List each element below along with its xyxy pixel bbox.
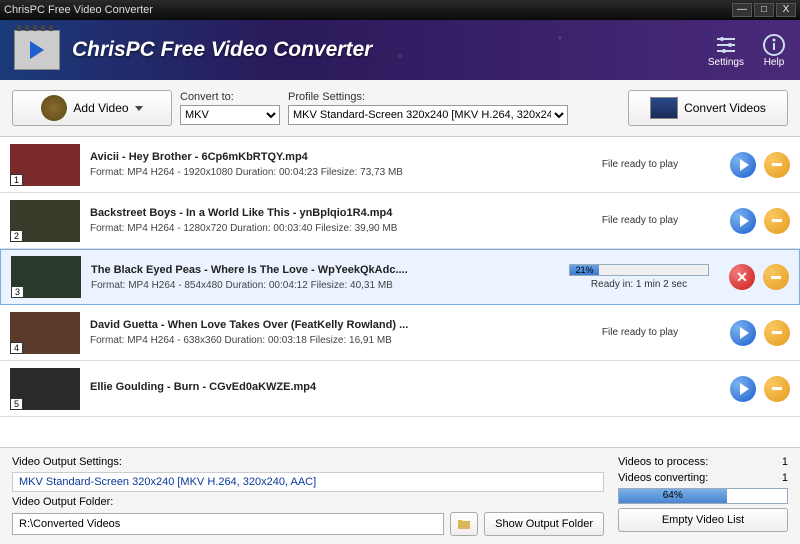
row-number: 4 [10, 342, 23, 354]
row-number: 3 [11, 286, 24, 298]
row-actions [730, 152, 790, 178]
help-button[interactable]: Help [762, 33, 786, 68]
status-text: File ready to play [560, 215, 720, 226]
row-actions: ✕ [729, 264, 789, 290]
profile-select[interactable]: MKV Standard-Screen 320x240 [MKV H.264, … [288, 105, 568, 125]
profile-label: Profile Settings: [288, 91, 620, 103]
video-info: Avicii - Hey Brother - 6Cp6mKbRTQY.mp4 Fo… [90, 151, 550, 178]
browse-folder-button[interactable] [450, 512, 478, 536]
settings-label: Settings [708, 57, 744, 68]
thumbnail: 2 [10, 200, 80, 242]
video-title: David Guetta - When Love Takes Over (Fea… [90, 319, 550, 331]
row-actions [730, 376, 790, 402]
list-row[interactable]: 2 Backstreet Boys - In a World Like This … [0, 193, 800, 249]
remove-button[interactable] [764, 208, 790, 234]
video-title: Avicii - Hey Brother - 6Cp6mKbRTQY.mp4 [90, 151, 550, 163]
row-number: 1 [10, 174, 23, 186]
row-actions [730, 208, 790, 234]
list-row[interactable]: 4 David Guetta - When Love Takes Over (Fe… [0, 305, 800, 361]
bottom-panel: Video Output Settings: MKV Standard-Scre… [0, 447, 800, 544]
minimize-button[interactable]: — [732, 3, 752, 17]
show-output-folder-button[interactable]: Show Output Folder [484, 512, 604, 536]
thumbnail: 3 [11, 256, 81, 298]
video-info: Ellie Goulding - Burn - CGvEd0aKWZE.mp4 [90, 381, 550, 397]
thumbnail: 4 [10, 312, 80, 354]
video-title: Ellie Goulding - Burn - CGvEd0aKWZE.mp4 [90, 381, 550, 393]
overall-progress-fill: 64% [619, 489, 727, 503]
close-button[interactable]: X [776, 3, 796, 17]
play-button[interactable] [730, 376, 756, 402]
status-column: 21%Ready in: 1 min 2 sec [559, 264, 719, 290]
video-title: Backstreet Boys - In a World Like This -… [90, 207, 550, 219]
video-title: The Black Eyed Peas - Where Is The Love … [91, 264, 549, 276]
list-row[interactable]: 3 The Black Eyed Peas - Where Is The Love… [0, 249, 800, 305]
output-settings-value: MKV Standard-Screen 320x240 [MKV H.264, … [12, 472, 604, 492]
video-meta: Format: MP4 H264 - 1920x1080 Duration: 0… [90, 167, 550, 178]
video-meta: Format: MP4 H264 - 638x360 Duration: 00:… [90, 335, 550, 346]
settings-button[interactable]: Settings [708, 33, 744, 68]
toolbar: Add Video Convert to: MKV Profile Settin… [0, 80, 800, 137]
overall-progress: 64% [618, 488, 788, 504]
status-column: File ready to play [560, 327, 720, 338]
chevron-down-icon [135, 106, 143, 111]
row-number: 2 [10, 230, 23, 242]
videos-converting-value: 1 [782, 472, 788, 484]
video-info: The Black Eyed Peas - Where Is The Love … [91, 264, 549, 291]
remove-button[interactable] [763, 264, 789, 290]
convert-to-select[interactable]: MKV [180, 105, 280, 125]
video-meta: Format: MP4 H264 - 1280x720 Duration: 00… [90, 223, 550, 234]
status-text: File ready to play [560, 327, 720, 338]
row-number: 5 [10, 398, 23, 410]
app-title: ChrisPC Free Video Converter [72, 38, 372, 62]
convert-to-label: Convert to: [180, 91, 280, 103]
info-icon [762, 33, 786, 57]
empty-video-list-button[interactable]: Empty Video List [618, 508, 788, 532]
output-settings-label: Video Output Settings: [12, 456, 604, 468]
header: ChrisPC Free Video Converter Settings He… [0, 20, 800, 80]
thumbnail: 5 [10, 368, 80, 410]
convert-videos-label: Convert Videos [684, 101, 766, 115]
play-button[interactable] [730, 152, 756, 178]
videos-to-process-label: Videos to process: [618, 456, 708, 468]
sliders-icon [714, 33, 738, 57]
output-folder-input[interactable] [12, 513, 444, 535]
list-row[interactable]: 1 Avicii - Hey Brother - 6Cp6mKbRTQY.mp4 F… [0, 137, 800, 193]
status-text: Ready in: 1 min 2 sec [559, 279, 719, 290]
status-column: File ready to play [560, 159, 720, 170]
video-list[interactable]: 1 Avicii - Hey Brother - 6Cp6mKbRTQY.mp4 F… [0, 137, 800, 447]
clapper-icon [650, 97, 678, 119]
cancel-button[interactable]: ✕ [729, 264, 755, 290]
folder-icon [457, 518, 471, 530]
video-info: David Guetta - When Love Takes Over (Fea… [90, 319, 550, 346]
logo-icon [14, 30, 60, 70]
list-row[interactable]: 5 Ellie Goulding - Burn - CGvEd0aKWZE.mp4 [0, 361, 800, 417]
videos-to-process-value: 1 [782, 456, 788, 468]
remove-button[interactable] [764, 152, 790, 178]
add-video-label: Add Video [73, 101, 128, 115]
maximize-button[interactable]: □ [754, 3, 774, 17]
window-title: ChrisPC Free Video Converter [4, 4, 732, 16]
status-text: File ready to play [560, 159, 720, 170]
row-actions [730, 320, 790, 346]
videos-converting-label: Videos converting: [618, 472, 708, 484]
help-label: Help [764, 57, 785, 68]
play-button[interactable] [730, 208, 756, 234]
thumbnail: 1 [10, 144, 80, 186]
output-folder-label: Video Output Folder: [12, 496, 604, 508]
titlebar: ChrisPC Free Video Converter — □ X [0, 0, 800, 20]
remove-button[interactable] [764, 320, 790, 346]
add-video-button[interactable]: Add Video [12, 90, 172, 126]
status-column: File ready to play [560, 215, 720, 226]
remove-button[interactable] [764, 376, 790, 402]
film-reel-icon [41, 95, 67, 121]
convert-videos-button[interactable]: Convert Videos [628, 90, 788, 126]
video-info: Backstreet Boys - In a World Like This -… [90, 207, 550, 234]
play-button[interactable] [730, 320, 756, 346]
video-meta: Format: MP4 H264 - 854x480 Duration: 00:… [91, 280, 549, 291]
